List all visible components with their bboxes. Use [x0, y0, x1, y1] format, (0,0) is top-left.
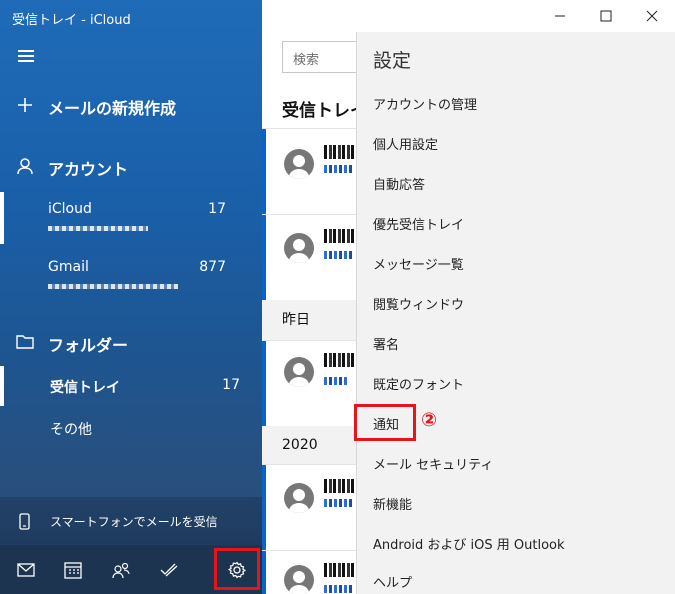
settings-flyout: 設定 アカウントの管理 個人用設定 自動応答 優先受信トレイ メッセージ一覧 閲…: [356, 32, 675, 594]
settings-item-whats-new[interactable]: 新機能: [373, 494, 412, 513]
avatar: [284, 483, 314, 513]
accounts-header-label: アカウント: [48, 160, 129, 179]
folder-icon: [16, 335, 34, 349]
account-name: Gmail: [48, 259, 89, 275]
account-unread-count: 17: [208, 201, 226, 217]
redacted-subject: [324, 499, 354, 507]
settings-item-message-list[interactable]: メッセージ一覧: [373, 254, 464, 273]
account-item-gmail[interactable]: Gmail 877: [0, 250, 262, 302]
people-icon[interactable]: [110, 559, 132, 581]
redacted-subject: [324, 165, 354, 173]
window-title: 受信トレイ - iCloud: [12, 13, 131, 28]
settings-highlight-box: [214, 548, 260, 590]
close-icon: [646, 10, 658, 22]
unread-indicator: [262, 129, 266, 214]
settings-item-manage-accounts[interactable]: アカウントの管理: [373, 94, 477, 113]
settings-item-email-security[interactable]: メール セキュリティ: [373, 454, 493, 473]
folders-header[interactable]: フォルダー: [0, 330, 262, 358]
redacted-email: [48, 284, 178, 289]
maximize-icon: [600, 10, 612, 22]
notifications-highlight-box: [354, 404, 416, 441]
account-unread-count: 877: [199, 259, 226, 275]
maximize-button[interactable]: [583, 0, 629, 32]
avatar: [284, 233, 314, 263]
settings-item-outlook-mobile[interactable]: Android および iOS 用 Outlook: [373, 534, 565, 553]
minimize-icon: [555, 15, 565, 17]
hamburger-menu-icon[interactable]: [18, 50, 34, 62]
close-button[interactable]: [629, 0, 675, 32]
unread-indicator: [262, 551, 266, 594]
unread-indicator: [262, 465, 266, 550]
folder-item-more[interactable]: その他: [0, 410, 262, 448]
search-input[interactable]: 検索: [282, 41, 362, 73]
phone-icon: [19, 513, 30, 530]
selection-indicator: [0, 366, 4, 406]
settings-item-focused-inbox[interactable]: 優先受信トレイ: [373, 214, 464, 233]
settings-item-automatic-replies[interactable]: 自動応答: [373, 174, 425, 193]
navigation-pane: 受信トレイ - iCloud メールの新規作成 アカウント iCloud 17 …: [0, 0, 262, 594]
new-mail-button[interactable]: メールの新規作成: [0, 92, 262, 120]
settings-title: 設定: [373, 50, 412, 72]
accounts-header[interactable]: アカウント: [0, 154, 262, 182]
avatar: [284, 149, 314, 179]
settings-item-personalization[interactable]: 個人用設定: [373, 134, 438, 153]
selection-indicator: [0, 192, 4, 244]
folder-name: 受信トレイ: [50, 380, 120, 396]
folders-header-label: フォルダー: [48, 336, 129, 355]
account-name: iCloud: [48, 201, 92, 217]
redacted-subject: [324, 251, 354, 259]
todo-icon[interactable]: [158, 559, 180, 581]
folder-unread-count: 17: [222, 377, 240, 393]
message-list-header: 受信トレイ: [282, 101, 367, 121]
plus-icon: [18, 98, 32, 112]
avatar: [284, 357, 314, 387]
settings-item-signature[interactable]: 署名: [373, 334, 399, 353]
new-mail-label: メールの新規作成: [48, 99, 177, 118]
redacted-subject: [324, 585, 354, 593]
phone-promo-label: スマートフォンでメールを受信: [50, 515, 218, 529]
calendar-icon[interactable]: [62, 559, 84, 581]
settings-item-help[interactable]: ヘルプ: [373, 572, 412, 591]
avatar: [284, 565, 314, 594]
folder-item-inbox[interactable]: 受信トレイ 17: [0, 366, 262, 406]
person-icon: [17, 158, 33, 175]
unread-indicator: [262, 215, 266, 300]
step-2-marker: ②: [421, 409, 438, 431]
folder-name: その他: [50, 422, 92, 438]
settings-item-default-font[interactable]: 既定のフォント: [373, 374, 464, 393]
redacted-email: [48, 226, 148, 231]
settings-item-reading-pane[interactable]: 閲覧ウィンドウ: [373, 294, 464, 313]
get-mail-on-phone-button[interactable]: スマートフォンでメールを受信: [0, 497, 262, 545]
minimize-button[interactable]: [537, 0, 583, 32]
unread-indicator: [262, 341, 266, 426]
mail-icon[interactable]: [15, 559, 37, 581]
account-item-icloud[interactable]: iCloud 17: [0, 192, 262, 244]
redacted-subject: [324, 377, 348, 385]
